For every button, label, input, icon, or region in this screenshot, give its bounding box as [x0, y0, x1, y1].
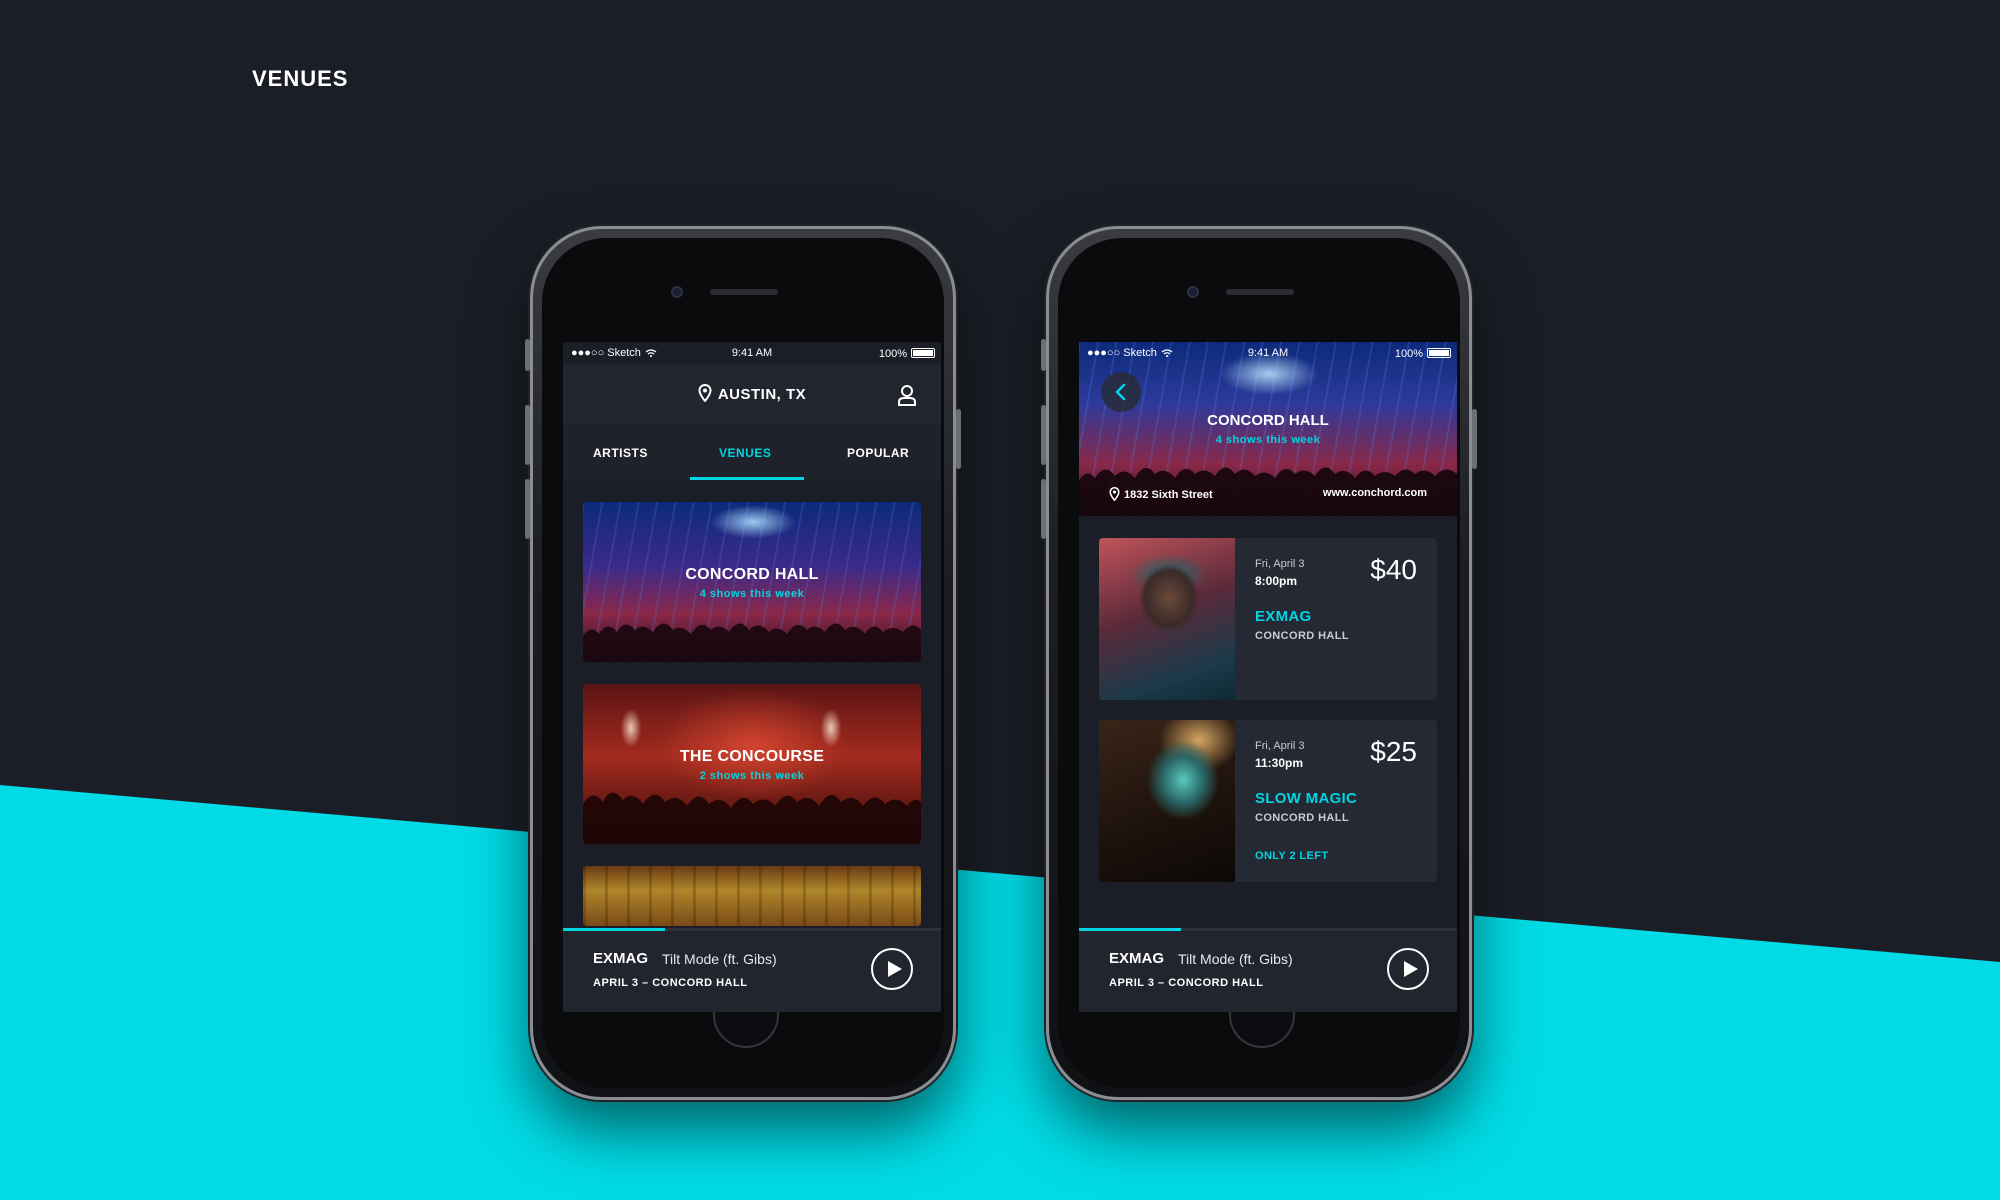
volume-down-button	[1041, 479, 1046, 539]
venue-name: THE CONCOURSE	[679, 748, 825, 765]
chevron-left-icon	[1115, 383, 1126, 401]
now-playing-bar[interactable]: EXMAG Tilt Mode (ft. Gibs) APRIL 3 – CON…	[563, 928, 941, 1012]
mute-switch	[525, 339, 530, 371]
tab-venues[interactable]: VENUES	[719, 446, 771, 460]
event-price: $25	[1370, 736, 1417, 767]
venue-card-partial[interactable]	[583, 866, 921, 926]
event-venue: CONCORD HALL	[1255, 630, 1350, 642]
tab-artists[interactable]: ARTISTS	[593, 446, 648, 460]
location-header: AUSTIN, TX	[563, 364, 941, 424]
event-card-exmag[interactable]: Fri, April 3 8:00pm $40 EXMAG CONCORD HA…	[1099, 538, 1437, 700]
battery-icon	[911, 348, 935, 358]
venue-name: CONCORD HALL	[685, 566, 819, 583]
phone-venue-detail: ●●●○○ Sketch 9:41 AM 100% CONCORD HALL 4…	[1041, 226, 1477, 1100]
venue-shows-count: 4 shows this week	[1215, 434, 1321, 446]
venue-address[interactable]: 1832 Sixth Street	[1109, 487, 1213, 501]
play-button[interactable]	[1387, 948, 1429, 990]
venue-detail-screen: ●●●○○ Sketch 9:41 AM 100% CONCORD HALL 4…	[1079, 342, 1457, 1012]
event-availability-alert: ONLY 2 LEFT	[1255, 850, 1329, 862]
event-date: Fri, April 3	[1255, 740, 1305, 752]
venue-name: CONCORD HALL	[1207, 412, 1329, 429]
venues-screen: ●●●○○ Sketch 9:41 AM 100% AUSTIN, TX ART…	[563, 342, 941, 1012]
crowd-silhouette	[1079, 467, 1457, 516]
venue-image-partial	[583, 866, 921, 926]
playback-progress	[1079, 928, 1182, 931]
now-playing-artist: EXMAG	[1109, 950, 1165, 967]
mute-switch	[1041, 339, 1046, 371]
front-camera	[1187, 286, 1199, 298]
now-playing-track: Tilt Mode (ft. Gibs)	[1178, 951, 1293, 967]
now-playing-bar[interactable]: EXMAG Tilt Mode (ft. Gibs) APRIL 3 – CON…	[1079, 928, 1457, 1012]
event-price: $40	[1370, 554, 1417, 585]
location-pin-icon	[1109, 487, 1120, 501]
tab-popular[interactable]: POPULAR	[847, 446, 909, 460]
now-playing-event: APRIL 3 – CONCORD HALL	[593, 977, 748, 989]
venue-address-label: 1832 Sixth Street	[1124, 489, 1213, 501]
status-bar: ●●●○○ Sketch 9:41 AM 100%	[563, 342, 941, 364]
battery-percent: 100%	[878, 348, 907, 360]
location-label: AUSTIN, TX	[717, 386, 807, 403]
now-playing-track: Tilt Mode (ft. Gibs)	[662, 951, 777, 967]
event-date: Fri, April 3	[1255, 558, 1305, 570]
event-artist: EXMAG	[1255, 608, 1312, 625]
location-selector[interactable]: AUSTIN, TX	[563, 384, 941, 403]
venue-website-link[interactable]: www.conchord.com	[1323, 487, 1427, 499]
front-camera	[671, 286, 683, 298]
phone-venues-list: ●●●○○ Sketch 9:41 AM 100% AUSTIN, TX ART…	[525, 226, 961, 1100]
event-thumbnail-exmag	[1099, 538, 1235, 700]
now-playing-event: APRIL 3 – CONCORD HALL	[1109, 977, 1264, 989]
section-title: VENUES	[252, 66, 349, 91]
earpiece-speaker	[710, 289, 778, 295]
crowd-silhouette	[583, 792, 921, 844]
active-tab-indicator	[690, 477, 804, 480]
venue-card-the-concourse[interactable]: THE CONCOURSE 2 shows this week	[583, 684, 921, 844]
power-button	[1472, 409, 1477, 469]
tab-bar: ARTISTS VENUES POPULAR	[563, 424, 941, 480]
volume-down-button	[525, 479, 530, 539]
venue-shows-count: 2 shows this week	[699, 770, 805, 782]
background-cyan-band	[0, 785, 2000, 1200]
play-button[interactable]	[871, 948, 913, 990]
earpiece-speaker	[1226, 289, 1294, 295]
volume-up-button	[525, 405, 530, 465]
event-time: 8:00pm	[1255, 574, 1298, 588]
playback-progress	[563, 928, 666, 931]
event-thumbnail-slow-magic	[1099, 720, 1235, 882]
event-venue: CONCORD HALL	[1255, 812, 1350, 824]
battery-icon	[1427, 348, 1451, 358]
event-time: 11:30pm	[1255, 756, 1304, 770]
venue-shows-count: 4 shows this week	[699, 588, 805, 600]
now-playing-artist: EXMAG	[593, 950, 649, 967]
event-card-slow-magic[interactable]: Fri, April 3 11:30pm $25 SLOW MAGIC CONC…	[1099, 720, 1437, 882]
battery-percent: 100%	[1394, 348, 1423, 360]
venue-hero: ●●●○○ Sketch 9:41 AM 100% CONCORD HALL 4…	[1079, 342, 1457, 516]
venue-card-concord-hall[interactable]: CONCORD HALL 4 shows this week	[583, 502, 921, 662]
power-button	[956, 409, 961, 469]
back-button[interactable]	[1101, 372, 1141, 412]
user-profile-icon[interactable]	[897, 384, 917, 406]
crowd-silhouette	[583, 623, 921, 662]
event-artist: SLOW MAGIC	[1255, 790, 1358, 807]
volume-up-button	[1041, 405, 1046, 465]
status-bar: ●●●○○ Sketch 9:41 AM 100%	[1079, 342, 1457, 364]
location-pin-icon	[698, 384, 712, 402]
